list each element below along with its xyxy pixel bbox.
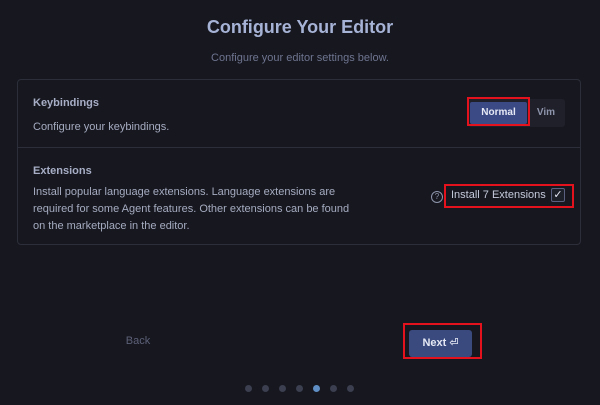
- install-extensions-label: Install 7 Extensions: [451, 189, 546, 201]
- extensions-row: Extensions Install popular language exte…: [18, 148, 580, 245]
- step-dot: [296, 385, 303, 392]
- configure-editor-page: Configure Your Editor Configure your edi…: [0, 0, 600, 405]
- keybinding-normal-option[interactable]: Normal: [470, 102, 527, 124]
- keybindings-title: Keybindings: [33, 97, 100, 109]
- keybindings-selector: Normal Vim: [468, 99, 565, 127]
- step-dot-active: [313, 385, 320, 392]
- help-circle-icon[interactable]: ?: [431, 191, 443, 203]
- step-dot: [279, 385, 286, 392]
- extensions-title: Extensions: [33, 165, 92, 177]
- install-extensions-toggle[interactable]: Install 7 Extensions ✓: [448, 187, 569, 205]
- step-dot: [262, 385, 269, 392]
- install-extensions-checkbox[interactable]: ✓: [551, 188, 565, 202]
- keybindings-row: Keybindings Configure your keybindings. …: [18, 80, 580, 148]
- extensions-description: Install popular language extensions. Lan…: [33, 186, 350, 232]
- page-title: Configure Your Editor: [206, 17, 394, 37]
- step-indicator: [245, 385, 365, 393]
- settings-panel: Keybindings Configure your keybindings. …: [17, 79, 581, 245]
- step-dot: [347, 385, 354, 392]
- keybindings-description: Configure your keybindings.: [33, 121, 170, 133]
- page-subtitle: Configure your editor settings below.: [211, 52, 389, 64]
- next-button[interactable]: Next ⏎: [409, 330, 472, 357]
- back-button[interactable]: Back: [118, 335, 158, 355]
- keybinding-vim-option[interactable]: Vim: [530, 102, 562, 124]
- step-dot: [330, 385, 337, 392]
- step-dot: [245, 385, 252, 392]
